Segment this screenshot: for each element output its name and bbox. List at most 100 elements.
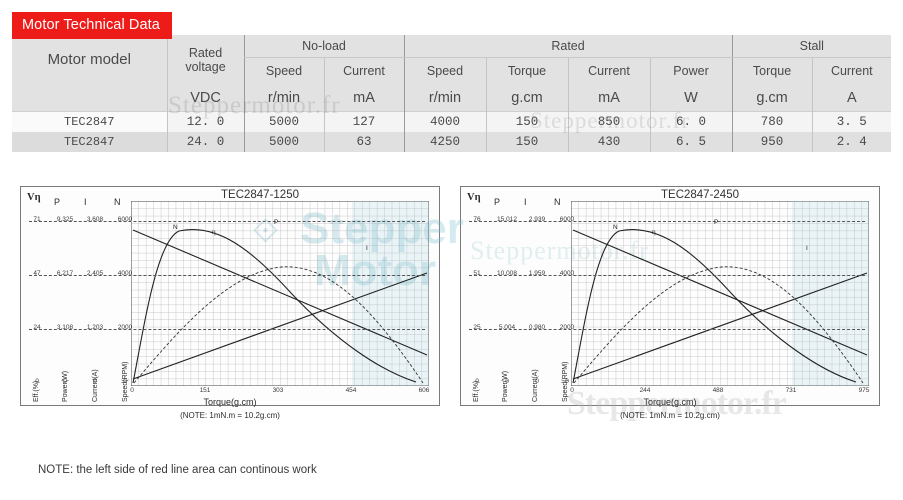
tick-row-low: 24 3.108 1.203 2000 (27, 324, 439, 333)
tick-row-zero: 0 0 0 0 (467, 378, 879, 387)
tick-power-mid: 10.008 (497, 270, 517, 277)
curve-label-eta: η (212, 229, 216, 236)
tick-current-top: 2.939 (528, 216, 546, 223)
tick-eff-top: 76 (473, 216, 481, 223)
tick-current-mid: 1.959 (528, 270, 546, 277)
group-header-no-load: No-load (243, 35, 404, 58)
xtick-2: 303 (272, 387, 284, 394)
xtick-3: 731 (785, 387, 797, 394)
curve-label-n: N (613, 224, 618, 231)
curve-label-i: I (366, 245, 368, 252)
subheader-noload-current: Current (323, 57, 404, 84)
tick-row-low: 25 5.004 0.980 2000 (467, 324, 879, 333)
row-model: TEC2847 (12, 111, 167, 132)
footnote-red-line-note: NOTE: the left side of red line area can… (38, 464, 317, 476)
spec-table-wrapper: Motor model Rated voltage No-load Rated … (12, 35, 892, 152)
unit-rated-current: mA (567, 84, 650, 112)
tick-power-top: 9.325 (56, 216, 74, 223)
curve-label-i: I (806, 245, 808, 252)
tick-eff-low: 25 (473, 324, 481, 331)
unit-spacer (12, 84, 167, 112)
row-stall-torque: 780 (731, 111, 813, 132)
row-model: TEC2847 (12, 132, 167, 152)
axis-header-eff: Vη (467, 192, 481, 203)
xaxis-title: Torque(g.cm) (643, 397, 697, 407)
axis-header-current: I (524, 197, 527, 207)
tick-power-low: 3.108 (56, 324, 74, 331)
row-rated-torque: 150 (485, 111, 568, 132)
xaxis-title: Torque(g.cm) (203, 397, 257, 407)
row-rated-speed: 4000 (403, 111, 486, 132)
tick-row-top: 76 15.012 2.939 6000 (467, 216, 879, 225)
row-rated-voltage: 24. 0 (166, 132, 244, 152)
tick-speed-low: 2000 (117, 324, 133, 331)
row-rated-power: 6. 0 (649, 111, 733, 132)
row-noload-current: 127 (323, 111, 404, 132)
tick-eff-top: 71 (33, 216, 41, 223)
row-rated-power: 6. 5 (649, 132, 733, 152)
tick-current-low: 0.980 (528, 324, 546, 331)
motor-spec-table: Motor model Rated voltage No-load Rated … (12, 35, 892, 152)
unit-noload-speed: r/min (243, 84, 324, 112)
row-stall-current: 2. 4 (811, 132, 892, 152)
row-noload-speed: 5000 (243, 132, 324, 152)
vaxis-label-speed: Speed(RPM) (562, 361, 569, 402)
row-rated-current: 850 (567, 111, 650, 132)
xtick-4: 606 (418, 387, 430, 394)
rated-voltage-header-cell: Rated voltage (166, 35, 244, 84)
tick-row-zero: 0 0 0 0 (27, 378, 439, 387)
row-noload-current: 63 (323, 132, 404, 152)
vaxis-label-speed: Speed(RPM) (122, 361, 129, 402)
unit-rated-torque: g.cm (485, 84, 568, 112)
tick-power-top: 15.012 (497, 216, 517, 223)
xtick-4: 975 (858, 387, 870, 394)
tick-row-top: 71 9.325 3.608 6000 (27, 216, 439, 225)
subheader-rated-current: Current (567, 57, 650, 84)
xtick-1: 244 (639, 387, 651, 394)
curve-label-eta: η (652, 229, 656, 236)
tick-speed-top: 6000 (117, 216, 133, 223)
unit-noload-current: mA (323, 84, 404, 112)
tick-current-low: 1.203 (86, 324, 104, 331)
motor-technical-data-badge: Motor Technical Data (12, 12, 172, 39)
xtick-0: 0 (570, 387, 574, 394)
performance-chart-tec2847-1250: TEC2847-1250 Vη P I N 71 9.325 3.608 600… (20, 186, 440, 420)
axis-header-power: P (494, 197, 501, 207)
subheader-rated-torque: Torque (485, 57, 568, 84)
tick-speed-top: 6000 (559, 216, 575, 223)
table-row[interactable]: TEC2847 24. 0 5000 63 4250 150 430 6. 5 … (12, 132, 892, 152)
axis-header-speed: N (114, 197, 121, 207)
unit-stall-torque: g.cm (731, 84, 813, 112)
unit-stall-current: A (811, 84, 892, 112)
row-stall-current: 3. 5 (811, 111, 892, 132)
tick-eff-low: 24 (33, 324, 41, 331)
subheader-noload-speed: Speed (243, 57, 324, 84)
subheader-stall-current: Current (811, 57, 892, 84)
tick-current-mid: 2.405 (86, 270, 104, 277)
row-noload-speed: 5000 (243, 111, 324, 132)
performance-chart-tec2847-2450: TEC2847-2450 Vη P I N 76 15.012 2.939 60… (460, 186, 880, 420)
curve-label-n: N (173, 224, 178, 231)
chart-title-text: TEC2847-2450 (661, 189, 739, 201)
row-rated-current: 430 (567, 132, 650, 152)
xaxis-note: (NOTE: 1mN.m = 10.2g.cm) (180, 411, 280, 420)
tick-current-top: 3.608 (86, 216, 104, 223)
tick-power-mid: 6.217 (56, 270, 74, 277)
xtick-2: 488 (712, 387, 724, 394)
curve-label-p: P (274, 219, 279, 226)
tick-speed-low: 2000 (559, 324, 575, 331)
xaxis-note: (NOTE: 1mN.m = 10.2g.cm) (620, 411, 720, 420)
row-rated-voltage: 12. 0 (166, 111, 244, 132)
row-rated-speed: 4250 (403, 132, 486, 152)
table-row[interactable]: TEC2847 12. 0 5000 127 4000 150 850 6. 0… (12, 111, 892, 132)
tick-speed-mid: 4000 (117, 270, 133, 277)
row-rated-torque: 150 (485, 132, 568, 152)
xtick-0: 0 (130, 387, 134, 394)
model-header-cell: Motor model (12, 35, 167, 84)
unit-rated-power: W (649, 84, 733, 112)
axis-header-speed: N (554, 197, 561, 207)
axis-header-eff: Vη (27, 192, 41, 203)
tick-power-low: 5.004 (498, 324, 516, 331)
table-unit-row: VDC r/min mA r/min g.cm mA W g.cm A (12, 84, 892, 112)
unit-rated-speed: r/min (403, 84, 486, 112)
